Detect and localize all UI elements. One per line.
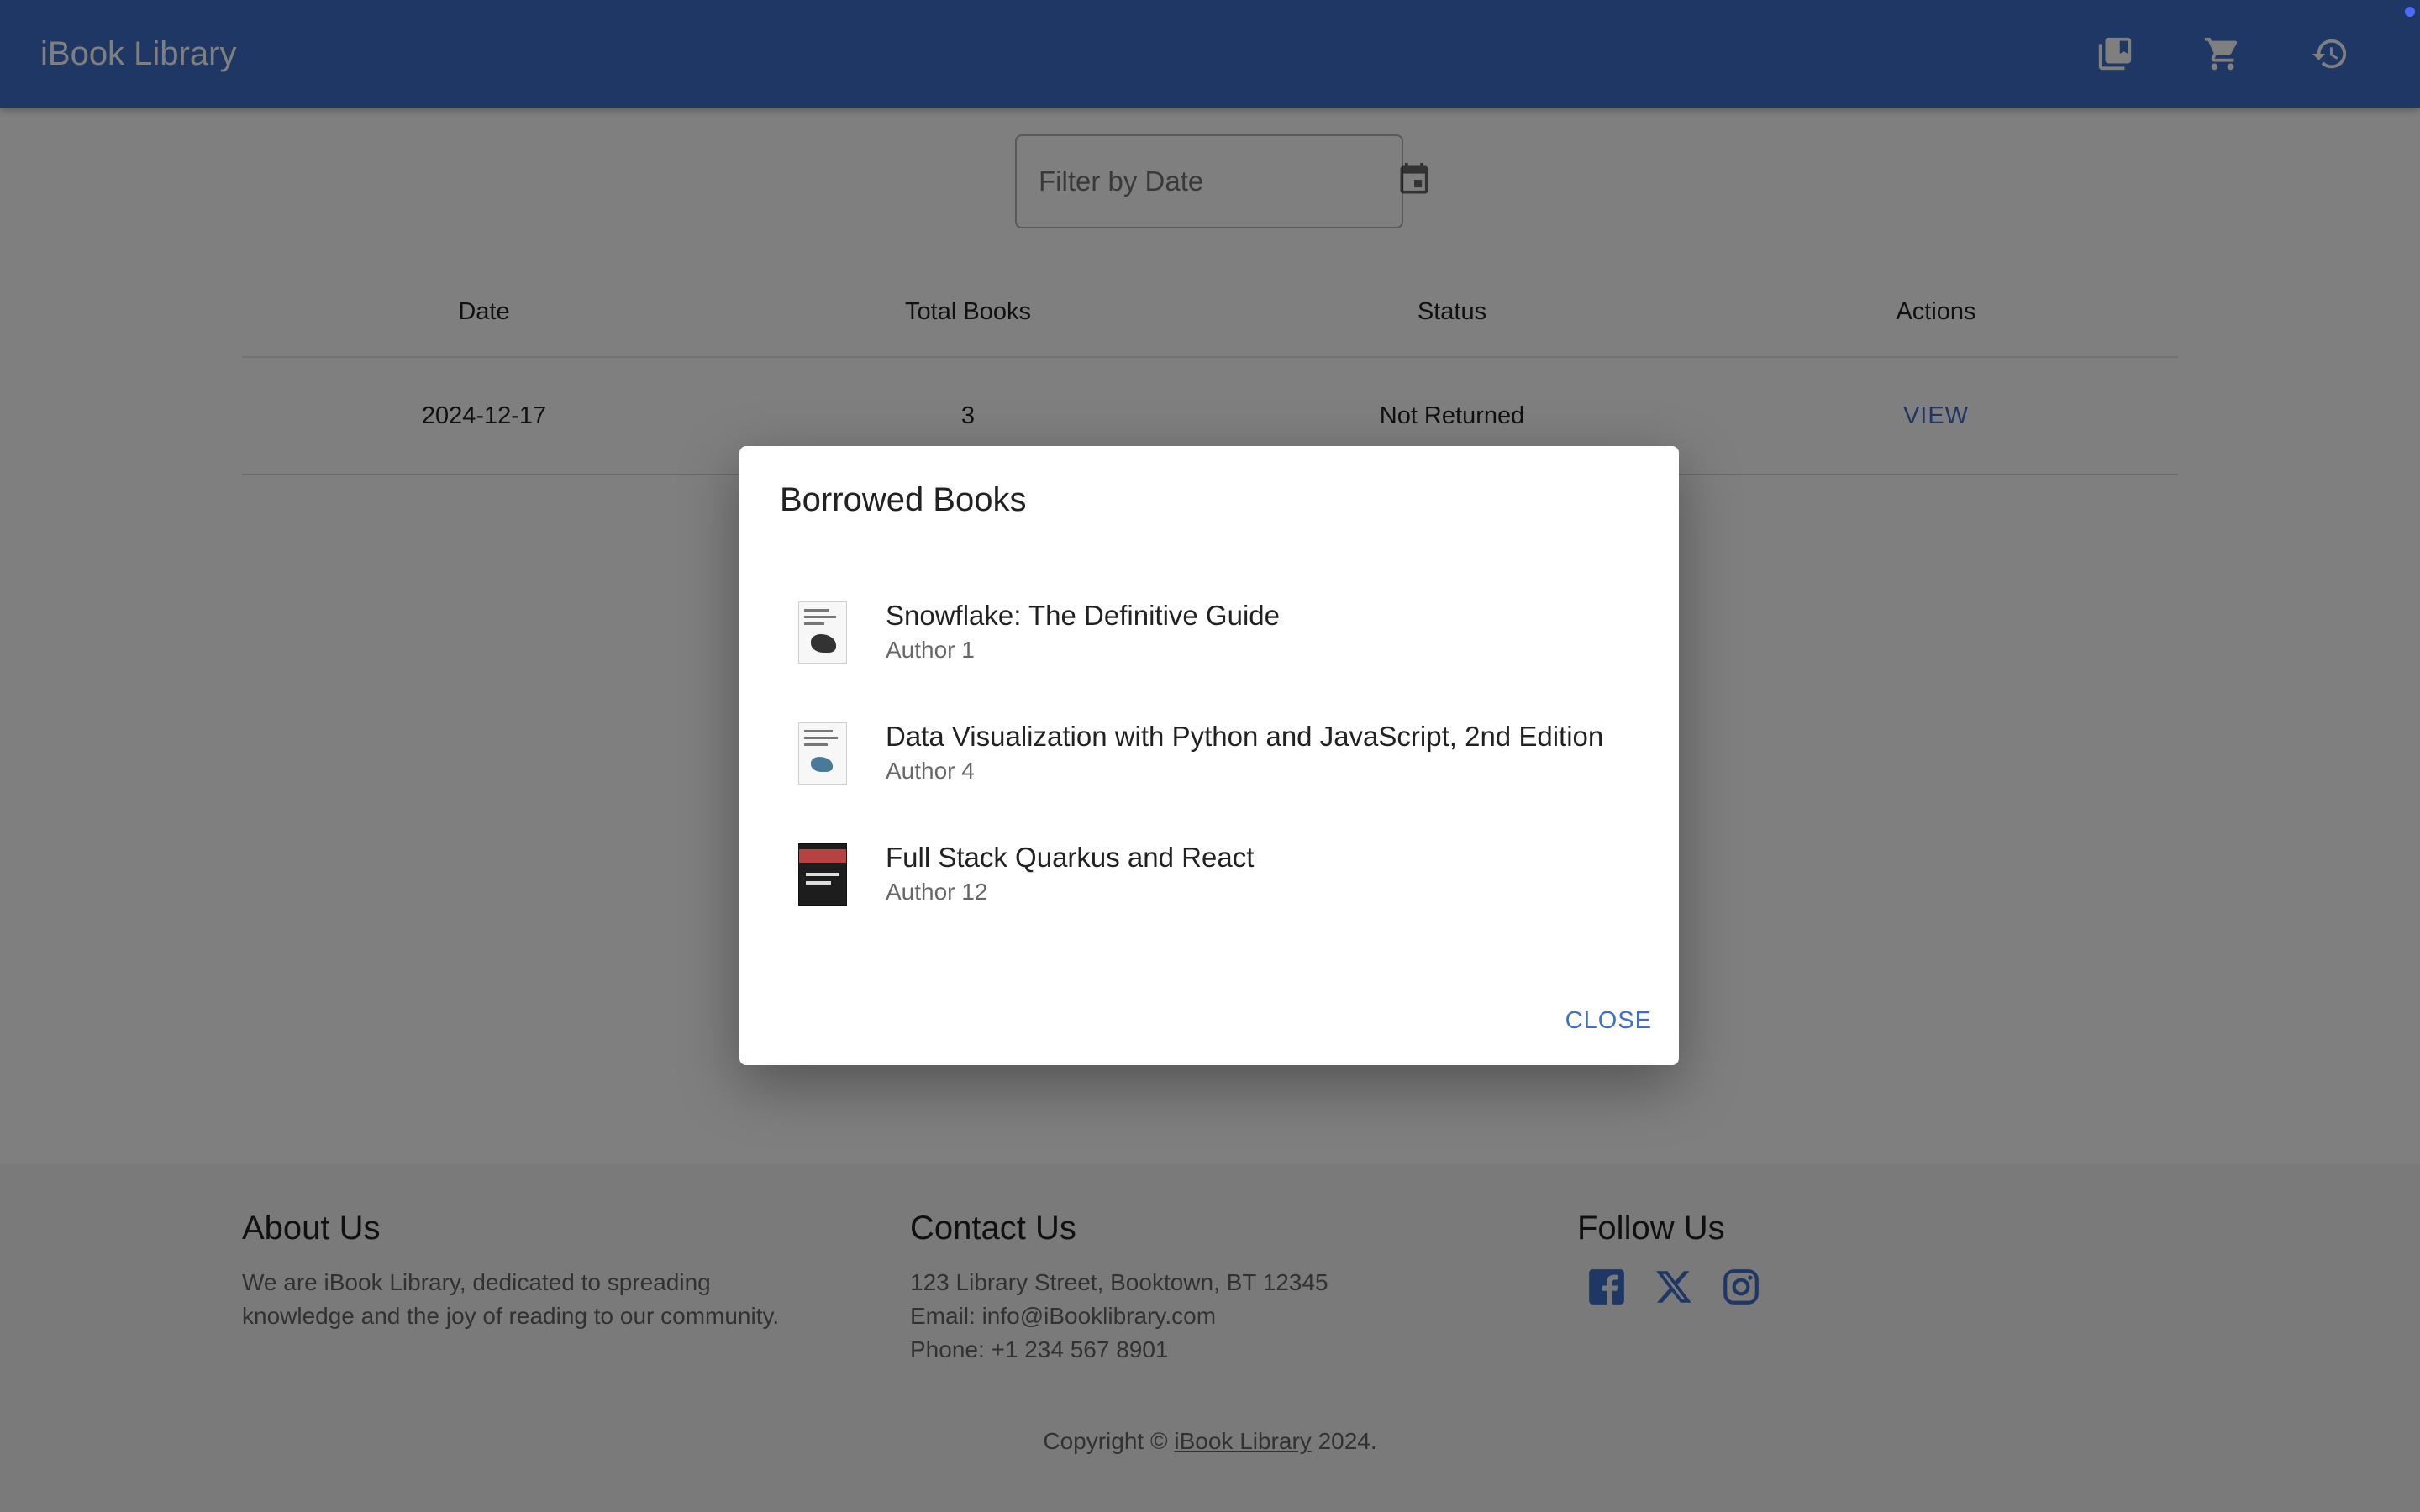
book-title: Full Stack Quarkus and React [886,842,1255,873]
book-cover-image [798,843,847,906]
book-title: Snowflake: The Definitive Guide [886,600,1280,631]
book-author: Author 4 [886,758,975,784]
book-list: Snowflake: The Definitive Guide Author 1… [780,572,1645,935]
book-author: Author 1 [886,637,975,663]
list-item: Snowflake: The Definitive Guide Author 1 [780,572,1645,693]
book-text: Snowflake: The Definitive Guide Author 1 [886,598,1280,667]
book-cover-image [798,722,847,785]
status-dot [2405,7,2415,17]
book-author: Author 12 [886,879,988,905]
book-cover-image [798,601,847,664]
book-text: Full Stack Quarkus and React Author 12 [886,840,1254,909]
list-item: Full Stack Quarkus and React Author 12 [780,814,1645,935]
book-title: Data Visualization with Python and JavaS… [886,721,1604,752]
book-text: Data Visualization with Python and JavaS… [886,719,1603,788]
list-item: Data Visualization with Python and JavaS… [780,693,1645,814]
dialog-title: Borrowed Books [780,481,1027,518]
close-button[interactable]: CLOSE [1565,1007,1652,1035]
borrowed-books-dialog: Borrowed Books Snowflake: The Definitive… [739,446,1679,1065]
